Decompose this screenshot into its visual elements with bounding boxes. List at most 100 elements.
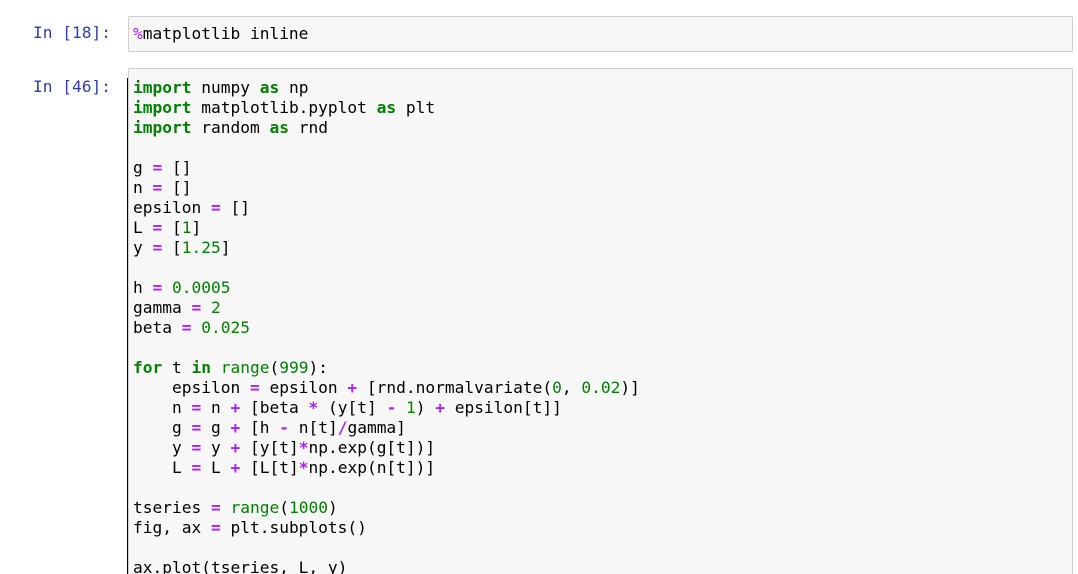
code-token: 1.25 [181,238,221,257]
code-token: h [133,278,153,297]
code-input-area[interactable]: %matplotlib inline [128,16,1073,52]
code-cell-1[interactable]: In [18]: %matplotlib inline [0,14,1078,54]
code-token: in [191,358,212,377]
code-token: = [210,498,221,517]
code-line: ax.plot(tseries, L, y) [133,558,1072,574]
code-token: = [191,438,202,457]
code-token: n [133,398,192,417]
code-token: matplotlib.pyplot [191,98,377,117]
code-token: )] [620,378,640,397]
code-line: beta = 0.025 [133,318,1072,338]
code-token: + [230,438,241,457]
code-line: tseries = range(1000) [133,498,1072,518]
code-token: 0.025 [201,318,250,337]
code-line: epsilon = [] [133,198,1072,218]
code-token: fig, ax [133,518,211,537]
code-token: [] [162,158,192,177]
code-token: % [133,24,143,43]
code-line: gamma = 2 [133,298,1072,318]
code-token: ) [415,398,436,417]
code-token: gamma] [347,418,406,437]
code-token: ( [269,358,280,377]
code-line: for t in range(999): [133,358,1072,378]
code-input-area[interactable]: import numpy as np import matplotlib.pypl… [128,68,1073,574]
code-token: epsilon [133,378,250,397]
code-token: t [162,358,192,377]
code-token: g [133,418,192,437]
code-token: L [133,458,192,477]
code-token: import [133,118,192,137]
code-token: ) [327,498,338,517]
code-token: y [201,438,231,457]
code-token: L [201,458,231,477]
code-token: np.exp(n[t])] [308,458,436,477]
code-token: = [191,298,202,317]
code-token: + [230,418,241,437]
code-token: [L[t] [240,458,299,477]
code-line: L = L + [L[t]*np.exp(n[t])] [133,458,1072,478]
code-token: np [279,78,309,97]
code-token: as [259,78,280,97]
code-token: 0.02 [581,378,621,397]
code-line: y = y + [y[t]*np.exp(g[t])] [133,438,1072,458]
code-token: numpy [191,78,260,97]
code-token: [h [240,418,280,437]
code-token: epsilon[t]] [444,398,562,417]
code-token: as [269,118,289,137]
code-token: range [230,498,280,517]
code-token: for [133,358,163,377]
code-line: fig, ax = plt.subplots() [133,518,1072,538]
code-token: (y[t] [318,398,387,417]
code-line: import numpy as np [133,78,1072,98]
code-token: [rnd.normalvariate( [357,378,553,397]
code-token: ] [220,238,231,257]
code-editor[interactable]: %matplotlib inline [129,17,1072,44]
code-token: range [220,358,270,377]
code-token: ] [191,218,202,237]
code-token: = [191,458,202,477]
code-token: - [386,398,397,417]
code-token: + [230,458,241,477]
code-token: epsilon [133,198,211,217]
code-token: import [133,98,192,117]
code-token: g [133,158,153,177]
code-token: tseries [133,498,211,517]
code-line: g = g + [h - n[t]/gamma] [133,418,1072,438]
code-line: L = [1] [133,218,1072,238]
code-line: h = 0.0005 [133,278,1072,298]
code-token: 2 [210,298,221,317]
code-line: epsilon = epsilon + [rnd.normalvariate(0… [133,378,1072,398]
code-token: + [230,398,241,417]
code-token: ): [308,358,328,377]
code-token: np.exp(g[t])] [308,438,436,457]
code-line: g = [] [133,158,1072,178]
code-editor[interactable]: import numpy as np import matplotlib.pypl… [129,69,1072,574]
code-token: n [133,178,153,197]
code-token: plt [396,98,436,117]
code-cell-2[interactable]: In [46]: import numpy as np import matplo… [0,66,1078,574]
code-token: 0.0005 [172,278,231,297]
code-token: = [152,238,163,257]
code-token: g [201,418,231,437]
code-token: ax.plot(tseries, L, y) [133,558,348,574]
code-token: L [133,218,153,237]
code-token: / [337,418,348,437]
code-token: [ [162,238,182,257]
code-token: [beta [240,398,309,417]
code-token: 1 [405,398,416,417]
code-token: [] [220,198,250,217]
code-token: , [561,378,582,397]
code-token: n[t] [288,418,338,437]
code-token: [] [162,178,192,197]
code-token: - [279,418,289,437]
code-token: 1000 [288,498,328,517]
